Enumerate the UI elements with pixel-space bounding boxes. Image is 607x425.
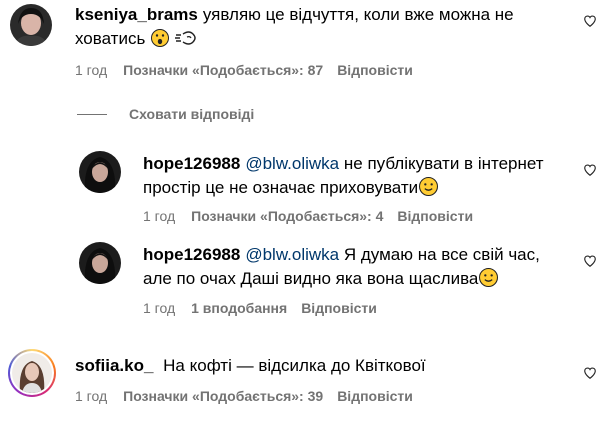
reply-meta: 1 год 1 вподобання Відповісти [143,299,377,317]
likes-count[interactable]: Позначки «Подобається»: 4 [191,207,383,225]
comment-time[interactable]: 1 год [75,61,107,79]
mention-link[interactable]: @blw.oliwka [245,245,339,264]
reply-body-cont: але по очах Даші видно яка вона щаслива [143,269,479,288]
reply-body: Я думаю на все свій час, [343,245,540,264]
comment-body: На кофті — відсилка до Квіткової [163,356,426,375]
comment-time[interactable]: 1 год [75,387,107,405]
hide-replies-label[interactable]: Сховати відповіді [129,104,254,124]
slightly-smiling-face-emoji [479,268,499,294]
surprised-face-emoji [151,29,170,54]
comment-text: sofiia.ko_ На кофті — відсилка до Квітко… [75,354,426,378]
heart-outline-icon[interactable] [583,366,601,384]
reply-body: не публікувати в інтернет [343,154,544,173]
comment-text: kseniya_brams уявляю це відчуття, коли вж… [75,3,514,27]
heart-outline-icon[interactable] [583,254,601,272]
heart-outline-icon[interactable] [583,163,601,181]
reply-body-cont: простір це не означає приховувати [143,178,419,197]
comment-body: уявляю це відчуття, коли вже можна не [202,5,514,24]
reply-username[interactable]: hope126988 [143,154,240,173]
avatar-story-ring[interactable] [8,349,56,397]
comment-meta: 1 год Позначки «Подобається»: 39 Відповіст… [75,387,413,405]
likes-count[interactable]: Позначки «Подобається»: 39 [123,387,323,405]
reply-button[interactable]: Відповісти [337,61,413,79]
likes-count[interactable]: 1 вподобання [191,299,287,317]
reply-text: hope126988 @blw.oliwka не публікувати в і… [143,152,544,176]
comment-username[interactable]: sofiia.ko_ [75,356,153,375]
reply-username[interactable]: hope126988 [143,245,240,264]
comment-username[interactable]: kseniya_brams [75,5,198,24]
reply-text-line2: простір це не означає приховувати [143,176,439,203]
comment-body-cont: ховатись [75,29,146,48]
avatar[interactable] [79,242,121,284]
slightly-smiling-face-emoji [419,177,439,203]
reply-time[interactable]: 1 год [143,299,175,317]
comment-text-line2: ховатись [75,27,199,54]
reply-button[interactable]: Відповісти [397,207,473,225]
mention-link[interactable]: @blw.oliwka [245,154,339,173]
reply-time[interactable]: 1 год [143,207,175,225]
avatar[interactable] [10,4,52,46]
avatar[interactable] [79,151,121,193]
likes-count[interactable]: Позначки «Подобається»: 87 [123,61,323,79]
wind-blowing-emoji [174,29,199,54]
heart-outline-icon[interactable] [583,14,601,32]
reply-text-line2: але по очах Даші видно яка вона щаслива [143,267,499,294]
reply-text: hope126988 @blw.oliwka Я думаю на все сві… [143,243,540,267]
reply-button[interactable]: Відповісти [337,387,413,405]
comment-meta: 1 год Позначки «Подобається»: 87 Відповіст… [75,61,413,79]
reply-meta: 1 год Позначки «Подобається»: 4 Відповісти [143,207,473,225]
reply-button[interactable]: Відповісти [301,299,377,317]
divider [77,114,107,115]
